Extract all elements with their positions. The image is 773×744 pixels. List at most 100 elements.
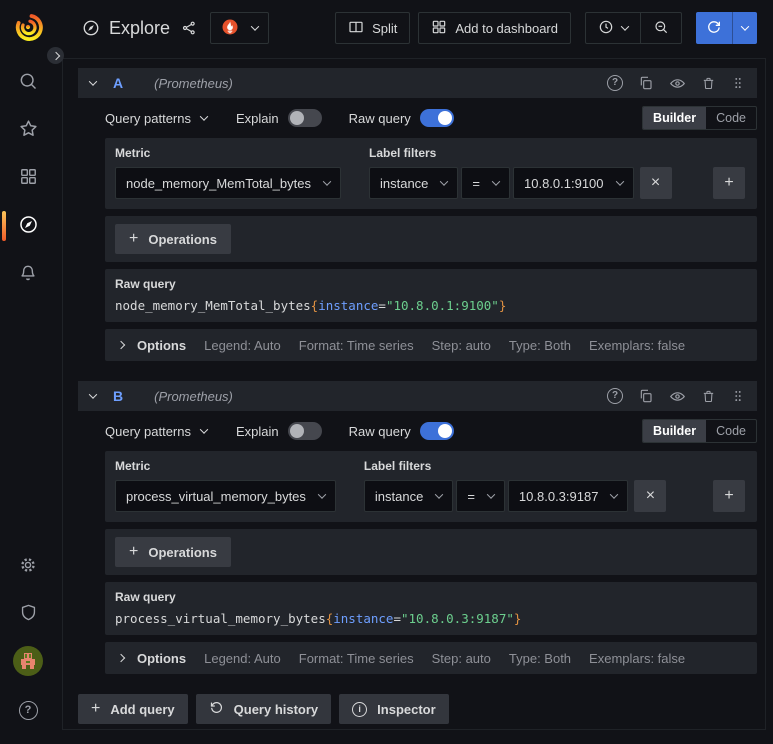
option-type: Type: Both [508,337,572,353]
explore-compass-icon [18,214,39,238]
metric-select[interactable]: process_virtual_memory_bytes [115,480,336,512]
metric-select[interactable]: node_memory_MemTotal_bytes [115,167,341,199]
chevron-down-icon [615,177,624,186]
sidebar-item-configuration[interactable] [0,542,56,590]
drag-handle-icon[interactable] [731,388,745,404]
code-tab[interactable]: Code [706,107,756,129]
query-history-button[interactable]: Query history [195,694,332,724]
label-name-select[interactable]: instance [368,167,459,199]
sidebar-item-help[interactable]: ? [0,686,56,734]
query-b-header[interactable]: B (Prometheus) ? [78,381,757,411]
sidebar-expand-button[interactable] [47,47,64,64]
share-shortlink-button[interactable] [181,20,197,36]
label-filters-label: Label filters [363,459,432,473]
chevron-down-icon [620,22,630,31]
metric-field: Metric process_virtual_memory_bytes [115,459,336,512]
builder-code-switch: Builder Code [642,106,757,130]
chevron-down-icon [740,22,750,31]
query-patterns-dropdown[interactable]: Query patterns [105,424,209,439]
time-zoom-out-button[interactable] [641,12,682,44]
add-operation-button[interactable]: + Operations [115,224,231,254]
label-name-value: instance [374,488,424,504]
sidebar-item-profile[interactable] [0,638,56,686]
builder-tab[interactable]: Builder [643,420,707,442]
run-query-refresh-button[interactable] [696,12,732,44]
chevron-down-icon [317,490,327,499]
add-to-dashboard-label: Add to dashboard [455,20,558,36]
add-filter-button[interactable]: + [713,167,745,199]
query-patterns-dropdown[interactable]: Query patterns [105,111,209,126]
option-format: Format: Time series [298,650,414,666]
help-icon[interactable]: ? [607,75,623,91]
disable-query-eye-icon[interactable] [669,388,686,405]
operations-panel: + Operations [105,529,757,575]
options-label: Options [137,337,187,353]
split-button[interactable]: Split [335,12,411,44]
query-a-header[interactable]: A (Prometheus) ? [78,68,757,98]
sidebar-item-dashboards[interactable] [0,154,56,202]
explore-compass-icon [82,19,100,37]
code-metric: process_virtual_memory_bytes [115,611,326,626]
chevron-down-icon [322,177,332,186]
datasource-picker[interactable] [210,12,270,44]
code-tab[interactable]: Code [706,420,756,442]
raw-query-expression: process_virtual_memory_bytes{instance="1… [115,611,747,626]
collapse-chevron-icon [88,390,98,399]
grafana-logo-icon[interactable] [13,12,43,42]
options-collapse-row[interactable]: Options Legend: Auto Format: Time series… [105,642,757,674]
label-name-select[interactable]: instance [363,480,454,512]
raw-query-panel-label: Raw query [115,277,176,291]
inspector-button[interactable]: i Inspector [339,694,449,724]
sidebar-item-search[interactable] [0,58,56,106]
raw-query-toggle[interactable] [419,422,454,440]
explain-toggle[interactable] [287,422,322,440]
raw-query-toggle[interactable] [419,109,454,127]
chevron-right-icon [116,340,126,350]
add-operation-button[interactable]: + Operations [115,537,231,567]
label-value-select[interactable]: 10.8.0.1:9100 [513,167,634,199]
builder-tab[interactable]: Builder [643,107,707,129]
explain-toggle[interactable] [287,109,322,127]
sidebar-item-alerting[interactable] [0,250,56,298]
help-icon[interactable]: ? [607,388,623,404]
sidebar-item-explore[interactable] [0,202,56,250]
run-query-interval-dropdown[interactable] [732,12,757,44]
label-operator-value: = [472,175,480,191]
disable-query-eye-icon[interactable] [669,75,686,92]
time-range-picker[interactable] [585,12,641,44]
duplicate-query-icon[interactable] [638,75,654,91]
option-legend: Legend: Auto [204,337,281,353]
label-operator-select[interactable]: = [461,167,510,199]
add-query-button[interactable]: + Add query [78,694,188,724]
split-label: Split [372,20,398,36]
metric-field-label: Metric [115,459,151,473]
query-header-actions: ? [607,75,745,92]
gear-icon [18,555,38,578]
collapse-chevron-icon [88,77,98,86]
option-exemplars: Exemplars: false [589,337,686,353]
toggle-knob [289,424,304,438]
duplicate-query-icon[interactable] [638,388,654,404]
plus-icon: + [724,174,734,191]
operations-panel: + Operations [105,216,757,262]
drag-handle-icon[interactable] [731,75,745,91]
label-filter-row: instance = 10.8.0.3:9187 × + [363,480,747,512]
remove-filter-button[interactable]: × [639,167,672,199]
add-filter-button[interactable]: + [713,480,745,512]
option-format: Format: Time series [298,337,414,353]
remove-filter-button[interactable]: × [634,480,667,512]
remove-query-trash-icon[interactable] [701,76,716,91]
label-value-select[interactable]: 10.8.0.3:9187 [507,480,629,512]
sidebar-item-server-admin[interactable] [0,590,56,638]
metric-value: node_memory_MemTotal_bytes [126,175,311,191]
chevron-down-icon [440,177,449,186]
label-operator-select[interactable]: = [456,480,505,512]
code-label-value: "10.8.0.1:9100" [385,298,499,313]
code-label-value: "10.8.0.3:9187" [401,611,514,626]
add-to-dashboard-button[interactable]: Add to dashboard [418,12,571,44]
options-collapse-row[interactable]: Options Legend: Auto Format: Time series… [105,329,757,361]
toolbar-actions: Split Add to dashboard [335,12,757,44]
sidebar-item-starred[interactable] [0,106,56,154]
remove-query-trash-icon[interactable] [701,389,716,404]
apps-grid-icon [431,19,447,38]
